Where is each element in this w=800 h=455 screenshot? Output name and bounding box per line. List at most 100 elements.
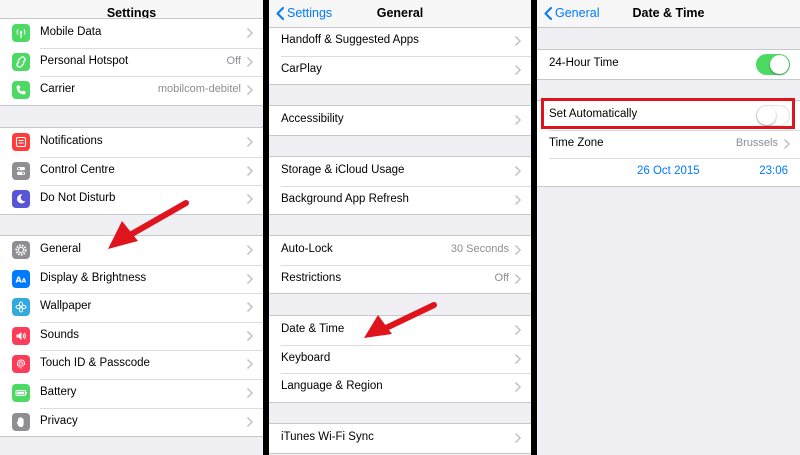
row-mobile-data[interactable]: Mobile Data: [0, 19, 263, 48]
row-label: Language & Region: [281, 380, 383, 393]
chevron-right-icon: [247, 416, 253, 427]
chevron-right-icon: [247, 137, 253, 147]
row-label: iTunes Wi-Fi Sync: [281, 431, 374, 443]
row-personal-hotspot[interactable]: Personal Hotspot Off: [0, 47, 263, 77]
general-group-storage: Storage & iCloud Usage Background App Ref…: [269, 156, 531, 216]
row-value: 30 Seconds: [450, 243, 509, 255]
switches-icon: [12, 161, 30, 180]
row-value: mobilcom-debitel: [157, 83, 241, 96]
row-label: Accessibility: [281, 113, 344, 125]
general-group-autolock: Auto-Lock 30 Seconds Restrictions Off: [269, 235, 531, 295]
row-notifications[interactable]: Notifications: [0, 128, 263, 157]
hotspot-icon: [12, 52, 30, 71]
chevron-right-icon: [515, 194, 521, 205]
chevron-right-icon: [515, 64, 521, 75]
row-battery[interactable]: Battery: [0, 378, 263, 408]
chevron-right-icon: [515, 166, 521, 176]
date-value[interactable]: 26 Oct 2015: [637, 165, 700, 177]
tutorial-screenshots: Settings Mobile Data Personal Hotspot Off C…: [0, 0, 800, 455]
row-label: Auto-Lock: [281, 243, 333, 255]
chevron-right-icon: [247, 28, 253, 38]
chevron-right-icon: [515, 325, 521, 335]
general-group-itunes: iTunes Wi-Fi Sync: [269, 423, 531, 454]
settings-group-connectivity: Mobile Data Personal Hotspot Off Carrier mob…: [0, 18, 263, 106]
row-label: Control Centre: [40, 163, 115, 176]
date-time-picker-row[interactable]: 26 Oct 2015 23:06: [537, 158, 800, 186]
date-time-screen: General Date & Time 24-Hour Time Set Aut…: [537, 0, 800, 455]
text-size-icon: AA: [12, 269, 30, 288]
general-title: General: [376, 6, 424, 20]
row-keyboard[interactable]: Keyboard: [269, 344, 531, 374]
chevron-right-icon: [515, 433, 521, 443]
chevron-right-icon: [247, 359, 253, 370]
row-value: Off: [494, 271, 509, 284]
datetime-title: Date & Time: [632, 6, 705, 20]
row-label: Sounds: [40, 328, 80, 341]
row-privacy[interactable]: Privacy: [0, 407, 263, 437]
general-screen: Handoff & Suggested Apps CarPlay Accessib…: [269, 0, 531, 455]
row-accessibility[interactable]: Accessibility: [269, 106, 531, 135]
svg-text:A: A: [21, 277, 26, 284]
hand-icon: [12, 412, 30, 431]
chevron-right-icon: [515, 353, 521, 364]
row-label: CarPlay: [281, 62, 322, 75]
chevron-right-icon: [247, 165, 253, 176]
row-language-and-region[interactable]: Language & Region: [269, 373, 531, 402]
row-label: Privacy: [40, 414, 78, 427]
row-label: Notifications: [40, 135, 103, 147]
chevron-right-icon: [247, 85, 253, 95]
toggle-knob: [770, 55, 789, 74]
row-storage-and-icloud-usage[interactable]: Storage & iCloud Usage: [269, 157, 531, 186]
moon-icon: [12, 190, 30, 209]
row-value: Off: [226, 54, 241, 67]
fingerprint-icon: [12, 355, 30, 374]
row-label: Wallpaper: [40, 300, 92, 313]
chevron-right-icon: [247, 273, 253, 284]
time-zone-row[interactable]: Time Zone Brussels: [537, 129, 800, 159]
flower-icon: [12, 298, 30, 317]
time-zone-value: Brussels: [735, 136, 778, 149]
chevron-right-icon: [247, 388, 253, 398]
datetime-group-24h: 24-Hour Time: [537, 49, 800, 80]
row-label: Mobile Data: [40, 26, 102, 38]
row-label: Date & Time: [281, 323, 345, 335]
antenna-icon: [12, 24, 30, 42]
row-wallpaper[interactable]: Wallpaper: [0, 293, 263, 322]
set-automatically-highlight-box: [541, 98, 795, 129]
row-carplay[interactable]: CarPlay: [269, 55, 531, 85]
chevron-right-icon: [515, 382, 521, 392]
row-background-app-refresh[interactable]: Background App Refresh: [269, 185, 531, 215]
row-control-centre[interactable]: Control Centre: [0, 156, 263, 186]
row-sounds[interactable]: Sounds: [0, 321, 263, 351]
battery-icon: [12, 383, 30, 402]
chevron-right-icon: [515, 36, 521, 46]
row-carrier[interactable]: Carrier mobilcom-debitel: [0, 76, 263, 105]
hour24-toggle[interactable]: [756, 54, 790, 75]
chevron-right-icon: [247, 302, 253, 312]
row-label: Handoff & Suggested Apps: [281, 34, 419, 46]
row-display-and-brightness[interactable]: A A Display & Brightness: [0, 264, 263, 294]
row-label: Keyboard: [281, 351, 331, 364]
chevron-right-icon: [247, 194, 253, 204]
row-restrictions[interactable]: Restrictions Off: [269, 264, 531, 294]
speaker-icon: [12, 326, 30, 345]
row-label: Restrictions: [281, 271, 342, 284]
row-label: Carrier: [40, 83, 76, 96]
notifications-icon: [12, 133, 30, 151]
time-value[interactable]: 23:06: [759, 165, 788, 177]
row-label: General: [40, 243, 81, 255]
chevron-right-icon: [515, 273, 521, 284]
chevron-right-icon: [515, 245, 521, 255]
row-touch-id-and-passcode[interactable]: Touch ID & Passcode: [0, 350, 263, 379]
row-itunes-wi-fi-sync[interactable]: iTunes Wi-Fi Sync: [269, 424, 531, 453]
row-handoff-and-suggested-apps[interactable]: Handoff & Suggested Apps: [269, 27, 531, 56]
general-navbar: Settings General: [269, 0, 531, 28]
row-label: Personal Hotspot: [40, 54, 129, 67]
red-arrow-annotation-date-time: [364, 302, 437, 338]
chevron-right-icon: [247, 56, 253, 67]
hour24-label: 24-Hour Time: [549, 57, 619, 69]
row-auto-lock[interactable]: Auto-Lock 30 Seconds: [269, 236, 531, 265]
row-label: Battery: [40, 385, 77, 398]
row-label: Background App Refresh: [281, 192, 409, 205]
red-arrow-annotation-general: [108, 200, 189, 249]
